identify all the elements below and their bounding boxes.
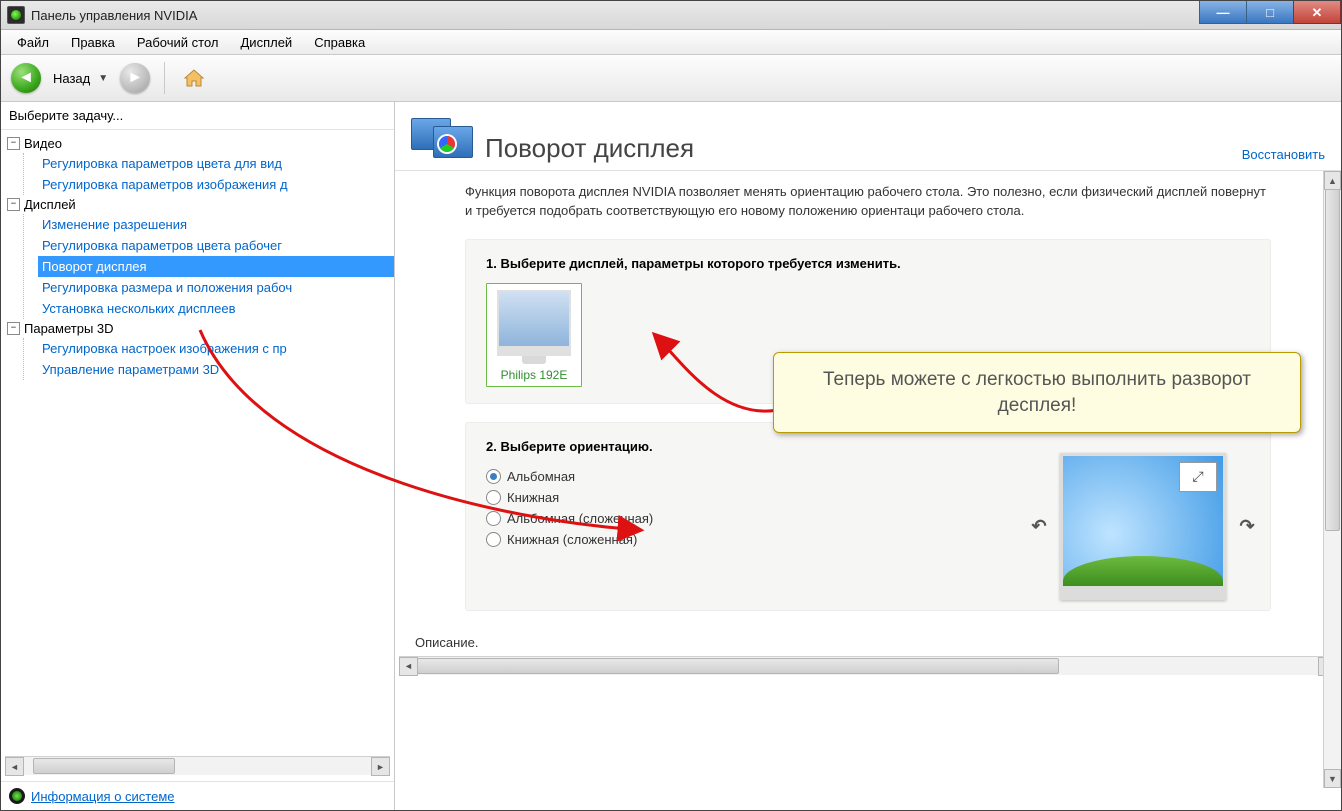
main-vscrollbar[interactable]: ▲ ▼ bbox=[1323, 171, 1341, 788]
scroll-right-icon[interactable]: ► bbox=[371, 757, 390, 776]
tree-item-rotate-display[interactable]: Поворот дисплея bbox=[38, 256, 394, 277]
scroll-up-icon[interactable]: ▲ bbox=[1324, 171, 1341, 190]
orientation-label: Альбомная bbox=[507, 469, 575, 484]
tree-item-resolution[interactable]: Изменение разрешения bbox=[38, 214, 394, 235]
radio-icon bbox=[486, 490, 501, 505]
system-info-link-row: Информация о системе bbox=[1, 781, 394, 810]
scroll-left-icon[interactable]: ◄ bbox=[5, 757, 24, 776]
task-sidebar: Выберите задачу... −Видео Регулировка па… bbox=[1, 102, 395, 810]
tree-item-multi-display[interactable]: Установка нескольких дисплеев bbox=[38, 298, 394, 319]
tree-item-size-position[interactable]: Регулировка размера и положения рабоч bbox=[38, 277, 394, 298]
tree-category-label: Видео bbox=[24, 136, 62, 151]
window-maximize-button[interactable]: □ bbox=[1246, 1, 1294, 24]
window-close-button[interactable]: ✕ bbox=[1293, 1, 1341, 24]
tree-category-label: Параметры 3D bbox=[24, 321, 114, 336]
nvidia-orb-icon bbox=[9, 788, 25, 804]
display-name: Philips 192E bbox=[497, 368, 571, 382]
orientation-label: Книжная (сложенная) bbox=[507, 532, 637, 547]
section-orientation: 2. Выберите ориентацию. Альбомная Книжна… bbox=[465, 422, 1271, 611]
main-panel: Поворот дисплея Восстановить Функция пов… bbox=[395, 102, 1341, 810]
description-footer: Описание. bbox=[395, 629, 1341, 650]
menu-file[interactable]: Файл bbox=[7, 33, 59, 52]
nav-forward-button[interactable]: ► bbox=[120, 63, 150, 93]
tree-item-3d-image[interactable]: Регулировка настроек изображения с пр bbox=[38, 338, 394, 359]
arrow-right-icon: ► bbox=[127, 69, 143, 87]
window-title: Панель управления NVIDIA bbox=[31, 8, 1199, 23]
collapse-icon[interactable]: − bbox=[7, 322, 20, 335]
main-hscrollbar[interactable]: ◄ ► bbox=[399, 656, 1337, 675]
orientation-preview: ⤢ bbox=[1060, 453, 1226, 600]
radio-icon bbox=[486, 469, 501, 484]
flip-icon: ⤢ bbox=[1179, 462, 1217, 492]
tree-item-3d-settings[interactable]: Управление параметрами 3D bbox=[38, 359, 394, 380]
orientation-label: Альбомная (сложенная) bbox=[507, 511, 653, 526]
tree-category-label: Дисплей bbox=[24, 197, 76, 212]
scroll-thumb[interactable] bbox=[417, 658, 1059, 674]
orientation-label: Книжная bbox=[507, 490, 559, 505]
scroll-down-icon[interactable]: ▼ bbox=[1324, 769, 1341, 788]
scroll-left-icon[interactable]: ◄ bbox=[399, 657, 418, 676]
system-info-link[interactable]: Информация о системе bbox=[31, 789, 175, 804]
sidebar-header: Выберите задачу... bbox=[1, 102, 394, 130]
section-choose-display: 1. Выберите дисплей, параметры которого … bbox=[465, 239, 1271, 404]
monitor-icon bbox=[497, 290, 571, 356]
radio-icon bbox=[486, 511, 501, 526]
rotate-cw-button[interactable]: ↷ bbox=[1236, 515, 1258, 537]
scroll-thumb[interactable] bbox=[1325, 189, 1340, 531]
collapse-icon[interactable]: − bbox=[7, 137, 20, 150]
restore-link[interactable]: Восстановить bbox=[1242, 147, 1325, 162]
collapse-icon[interactable]: − bbox=[7, 198, 20, 211]
page-description: Функция поворота дисплея NVIDIA позволяе… bbox=[465, 183, 1271, 221]
menu-edit[interactable]: Правка bbox=[61, 33, 125, 52]
tree-item-video-image[interactable]: Регулировка параметров изображения д bbox=[38, 174, 394, 195]
menu-help[interactable]: Справка bbox=[304, 33, 375, 52]
tree-item-video-color[interactable]: Регулировка параметров цвета для вид bbox=[38, 153, 394, 174]
toolbar: ◄ Назад ▼ ► bbox=[1, 55, 1341, 102]
window-minimize-button[interactable]: — bbox=[1199, 1, 1247, 24]
app-icon bbox=[7, 6, 25, 24]
step1-label: 1. Выберите дисплей, параметры которого … bbox=[486, 256, 1250, 271]
nav-history-dropdown[interactable]: ▼ bbox=[98, 73, 108, 84]
home-icon bbox=[182, 66, 206, 90]
tree-category-video[interactable]: −Видео bbox=[7, 134, 394, 153]
tree-category-3d[interactable]: −Параметры 3D bbox=[7, 319, 394, 338]
scroll-thumb[interactable] bbox=[33, 758, 175, 774]
menu-desktop[interactable]: Рабочий стол bbox=[127, 33, 229, 52]
nav-back-label: Назад bbox=[53, 71, 90, 86]
rotate-ccw-button[interactable]: ↶ bbox=[1028, 515, 1050, 537]
step2-label: 2. Выберите ориентацию. bbox=[486, 439, 1250, 454]
page-title: Поворот дисплея bbox=[485, 133, 1228, 164]
radio-icon bbox=[486, 532, 501, 547]
menubar: Файл Правка Рабочий стол Дисплей Справка bbox=[1, 30, 1341, 55]
menu-display[interactable]: Дисплей bbox=[231, 33, 303, 52]
toolbar-separator bbox=[164, 62, 165, 94]
sidebar-hscrollbar[interactable]: ◄ ► bbox=[5, 756, 390, 775]
titlebar: Панель управления NVIDIA — □ ✕ bbox=[1, 1, 1341, 30]
tree-category-display[interactable]: −Дисплей bbox=[7, 195, 394, 214]
tree-item-desktop-color[interactable]: Регулировка параметров цвета рабочег bbox=[38, 235, 394, 256]
display-thumbnail[interactable]: Philips 192E bbox=[486, 283, 582, 387]
home-button[interactable] bbox=[179, 63, 209, 93]
rotate-display-icon bbox=[411, 112, 471, 164]
nav-back-button[interactable]: ◄ bbox=[11, 63, 41, 93]
task-tree: −Видео Регулировка параметров цвета для … bbox=[1, 130, 394, 752]
main-header: Поворот дисплея Восстановить bbox=[395, 102, 1341, 171]
arrow-left-icon: ◄ bbox=[18, 69, 34, 87]
